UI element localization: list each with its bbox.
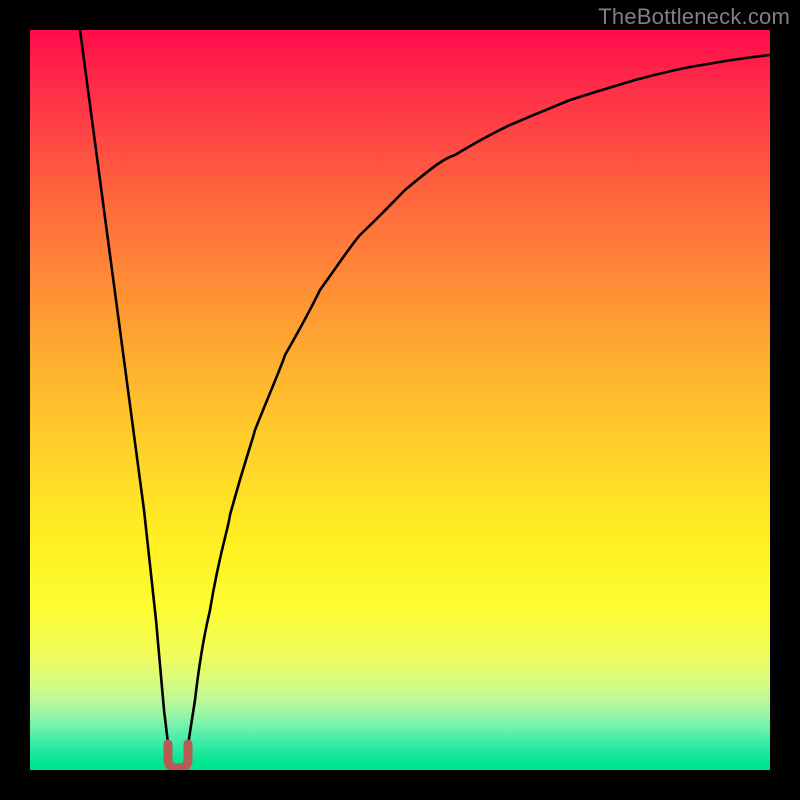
curve-right-branch: [186, 55, 770, 760]
watermark-label: TheBottleneck.com: [598, 4, 790, 30]
minimum-notch-icon: [168, 744, 188, 768]
plot-area: [30, 30, 770, 770]
curve-left-branch: [80, 30, 170, 760]
chart-frame: TheBottleneck.com: [0, 0, 800, 800]
bottleneck-curve-svg: [30, 30, 770, 770]
